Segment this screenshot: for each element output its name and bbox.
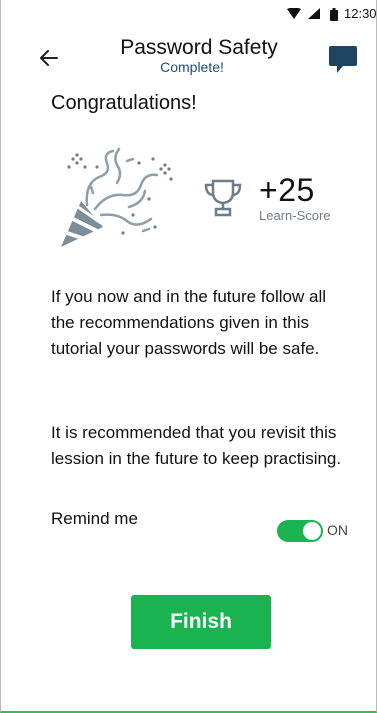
- signal-icon: [308, 8, 320, 19]
- learn-score-value: +25: [259, 172, 315, 208]
- trophy-icon: [204, 179, 242, 217]
- toggle-knob: [303, 522, 321, 540]
- chat-bubble-icon: [329, 46, 357, 73]
- status-time: 12:30: [344, 6, 377, 21]
- page-subtitle: Complete!: [160, 59, 224, 75]
- remind-me-toggle[interactable]: [277, 520, 323, 542]
- battery-icon: [330, 8, 338, 21]
- learn-score-label: Learn-Score: [259, 208, 331, 223]
- finish-button[interactable]: Finish: [131, 595, 271, 649]
- page-title: Password Safety: [120, 36, 278, 59]
- app-screen: 12:30 Password Safety Complete! Congratu…: [0, 0, 377, 713]
- wifi-icon: [287, 8, 301, 19]
- party-popper-confetti-icon: [61, 147, 173, 247]
- congratulations-heading: Congratulations!: [51, 92, 197, 114]
- revisit-message: It is recommended that you revisit this …: [51, 423, 342, 468]
- remind-me-label: Remind me: [51, 509, 138, 528]
- completion-message: If you now and in the future follow all …: [51, 287, 326, 358]
- toggle-state-label: ON: [327, 522, 348, 538]
- chat-button[interactable]: [327, 44, 359, 76]
- status-bar: 12:30: [1, 0, 377, 26]
